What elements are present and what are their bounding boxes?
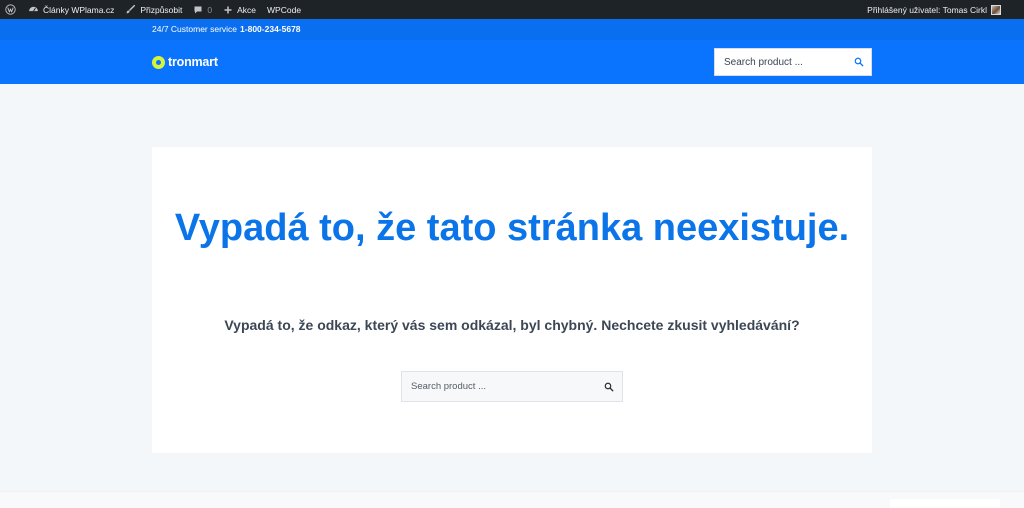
avatar bbox=[991, 4, 1001, 15]
site-header: tronmart bbox=[0, 40, 1024, 84]
brush-icon bbox=[126, 4, 136, 14]
content-search-form bbox=[401, 371, 623, 402]
admin-wpcode-link[interactable]: WPCode bbox=[262, 0, 307, 19]
customer-service-bar: 24/7 Customer service 1-800-234-5678 bbox=[0, 19, 1024, 40]
content-search-input[interactable] bbox=[402, 372, 596, 401]
plus-icon bbox=[224, 6, 232, 13]
admin-customize-link[interactable]: Přizpůsobit bbox=[120, 0, 188, 19]
comment-icon bbox=[194, 6, 202, 13]
customer-service-info: 24/7 Customer service 1-800-234-5678 bbox=[152, 24, 301, 34]
admin-bar: Články WPlama.cz Přizpůsobit 0 Akce WPCo… bbox=[0, 0, 1024, 19]
admin-new-label: Akce bbox=[237, 4, 257, 15]
page-title: Vypadá to, že tato stránka neexistuje. bbox=[174, 207, 850, 249]
admin-account-menu[interactable]: Přihlášený uživatel: Tomas Cirkl bbox=[867, 4, 1024, 15]
not-found-card: Vypadá to, že tato stránka neexistuje. V… bbox=[152, 147, 872, 453]
logo-ring-icon bbox=[152, 55, 165, 69]
admin-site-link[interactable]: Články WPlama.cz bbox=[23, 0, 120, 19]
header-search-input[interactable] bbox=[715, 49, 847, 75]
admin-user-greeting: Přihlášený uživatel: Tomas Cirkl bbox=[867, 4, 987, 15]
customer-service-phone[interactable]: 1-800-234-5678 bbox=[240, 24, 301, 34]
content-search-button[interactable] bbox=[596, 382, 622, 392]
admin-comments-link[interactable]: 0 bbox=[188, 0, 218, 19]
site-logo[interactable]: tronmart bbox=[152, 55, 218, 69]
search-icon bbox=[854, 57, 864, 67]
header-search-button[interactable] bbox=[847, 57, 871, 67]
footer-strip bbox=[0, 491, 1024, 508]
footer-box bbox=[890, 499, 1000, 508]
wordpress-icon bbox=[5, 4, 16, 15]
search-icon bbox=[604, 382, 614, 391]
admin-wp-logo[interactable] bbox=[0, 0, 23, 19]
admin-site-name: Články WPlama.cz bbox=[43, 4, 115, 15]
header-search-form bbox=[714, 48, 872, 76]
page-subtitle: Vypadá to, že odkaz, který vás sem odkáz… bbox=[224, 317, 800, 333]
logo-text: tronmart bbox=[168, 55, 218, 69]
admin-wpcode-label: WPCode bbox=[267, 4, 302, 15]
customer-service-label: 24/7 Customer service bbox=[152, 24, 238, 34]
admin-new-link[interactable]: Akce bbox=[218, 0, 262, 19]
admin-comments-count: 0 bbox=[207, 4, 213, 15]
dashboard-icon bbox=[29, 6, 38, 12]
admin-customize-label: Přizpůsobit bbox=[140, 4, 183, 15]
